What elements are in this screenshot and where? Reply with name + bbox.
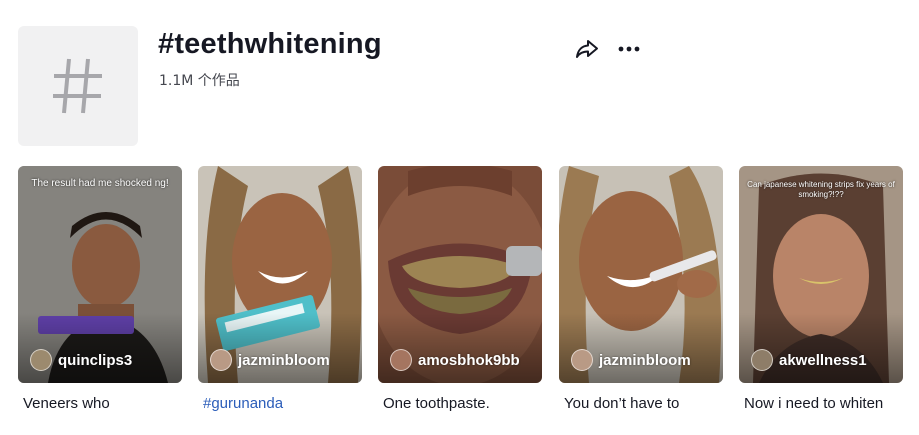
video-shade [378, 313, 542, 383]
author-avatar [571, 349, 593, 371]
video-card[interactable]: The result had me shocked ng! quinclips3… [18, 166, 182, 412]
video-caption[interactable]: One toothpaste. [383, 395, 490, 412]
video-card[interactable]: jazminbloom You don’t have to [559, 166, 723, 412]
video-thumbnail[interactable]: The result had me shocked ng! quinclips3 [18, 166, 182, 383]
video-card[interactable]: amosbhok9bb One toothpaste. [378, 166, 542, 412]
more-options-button[interactable] [616, 36, 642, 62]
video-caption[interactable]: Veneers who [23, 395, 110, 412]
share-button[interactable] [574, 36, 600, 62]
hashtag-avatar [18, 26, 138, 146]
author-name: jazminbloom [599, 351, 691, 369]
video-caption[interactable]: Now i need to whiten [744, 395, 883, 412]
video-author[interactable]: amosbhok9bb [390, 349, 520, 371]
video-shade [18, 313, 182, 383]
video-shade [198, 313, 362, 383]
video-author[interactable]: quinclips3 [30, 349, 132, 371]
share-icon [576, 40, 598, 58]
video-overlay-text: Can japanese whitening strips fix years … [747, 180, 895, 199]
hashtag-title: #teethwhitening [158, 28, 382, 60]
hashtag-header: #teethwhitening 1.1M 个作品 [18, 26, 902, 146]
video-overlay-text: The result had me shocked ng! [31, 178, 169, 189]
video-grid: The result had me shocked ng! quinclips3… [18, 166, 904, 426]
video-thumbnail[interactable]: jazminbloom [198, 166, 362, 383]
author-avatar [751, 349, 773, 371]
hashtag-icon [53, 58, 102, 114]
author-name: akwellness1 [779, 351, 867, 369]
author-avatar [210, 349, 232, 371]
author-name: jazminbloom [238, 351, 330, 369]
video-card[interactable]: Can japanese whitening strips fix years … [739, 166, 903, 412]
video-thumbnail[interactable]: amosbhok9bb [378, 166, 542, 383]
author-avatar [30, 349, 52, 371]
video-thumbnail[interactable]: jazminbloom [559, 166, 723, 383]
video-count: 1.1M 个作品 [159, 73, 240, 89]
author-name: amosbhok9bb [418, 351, 520, 369]
video-caption[interactable]: You don’t have to [564, 395, 679, 412]
author-name: quinclips3 [58, 351, 133, 369]
video-shade [559, 313, 723, 383]
video-author[interactable]: jazminbloom [571, 349, 691, 371]
video-card[interactable]: jazminbloom #gurunanda [198, 166, 362, 412]
video-shade [739, 313, 903, 383]
video-author[interactable]: jazminbloom [210, 349, 330, 371]
video-caption-hashtag-link[interactable]: #gurunanda [203, 395, 283, 412]
more-icon [618, 46, 640, 52]
video-author[interactable]: akwellness1 [751, 349, 867, 371]
video-thumbnail[interactable]: Can japanese whitening strips fix years … [739, 166, 903, 383]
author-avatar [390, 349, 412, 371]
